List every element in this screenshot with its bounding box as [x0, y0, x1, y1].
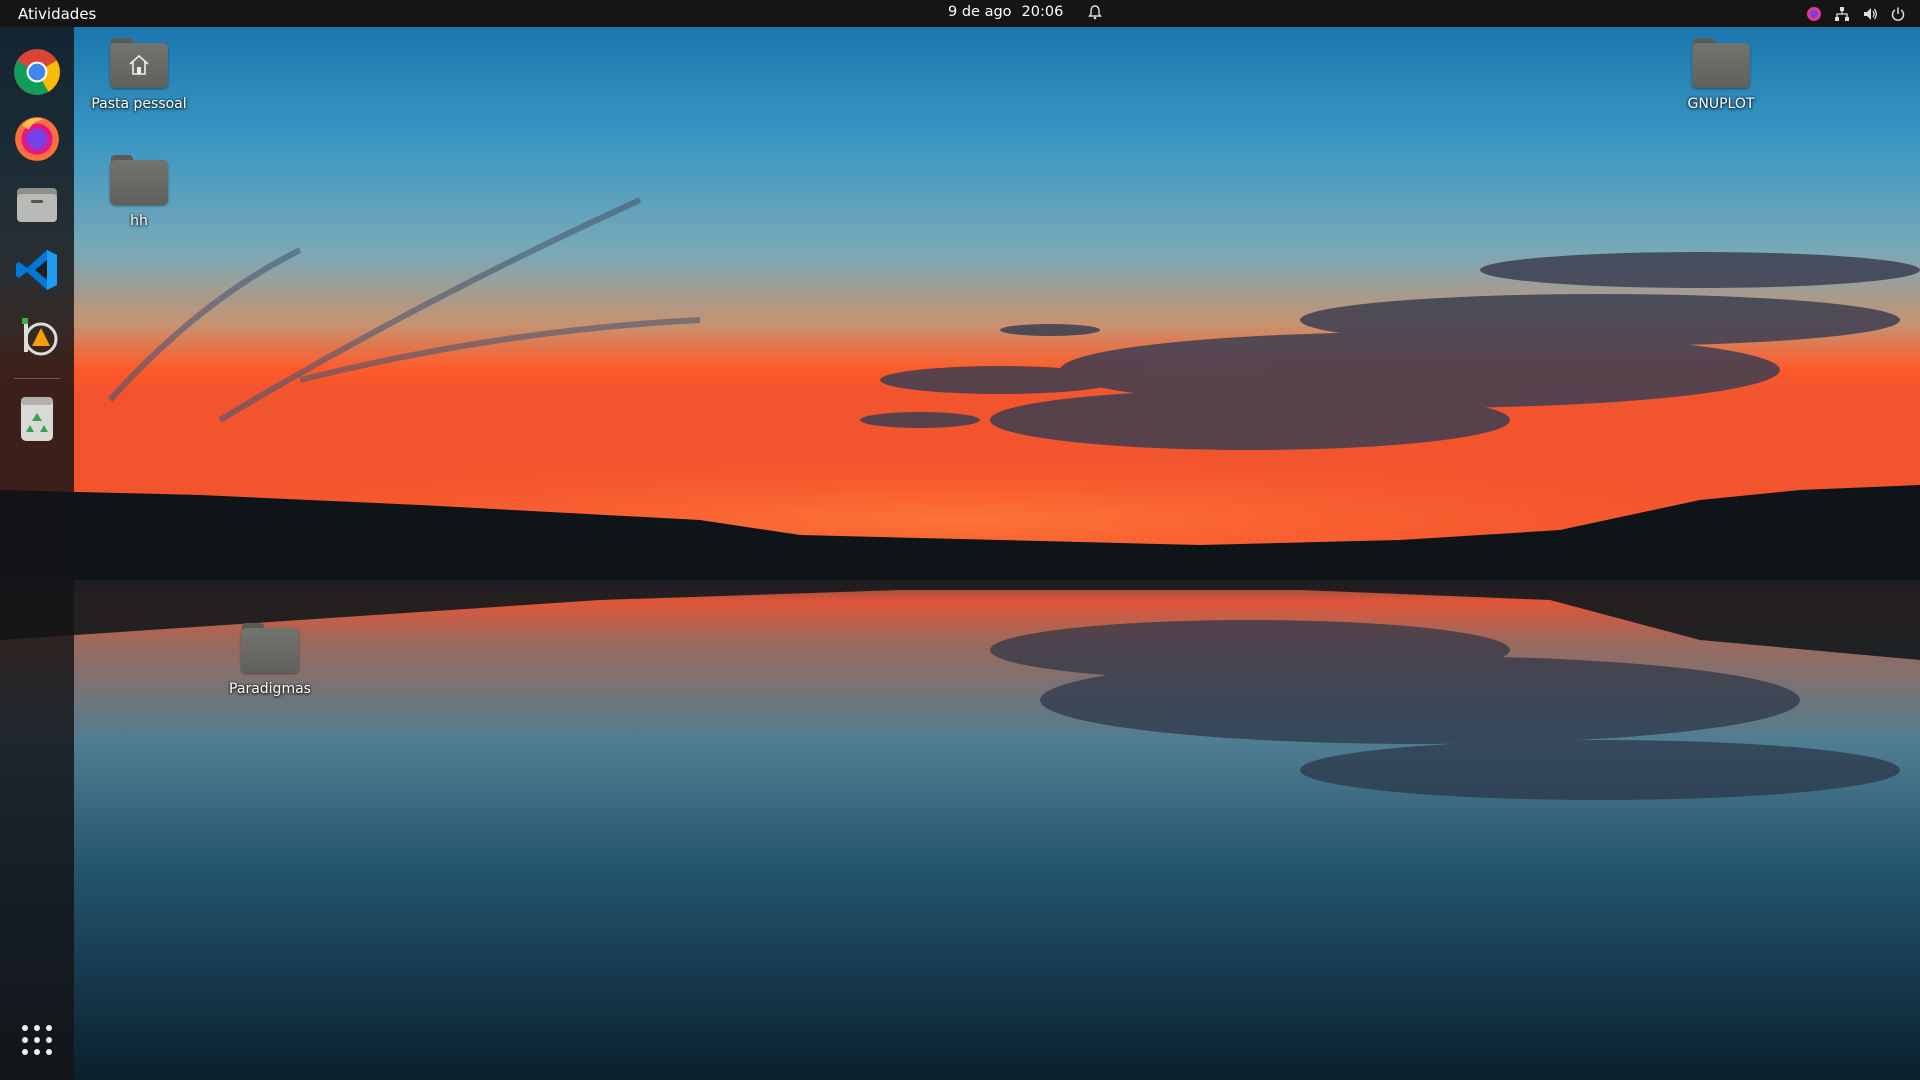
- folder-icon: [241, 623, 299, 673]
- firefox-icon[interactable]: [9, 110, 65, 166]
- system-tray[interactable]: [1806, 4, 1906, 24]
- desktop-icon-label: GNUPLOT: [1687, 96, 1755, 112]
- clock-date-menu[interactable]: 9 de ago 20:06: [948, 4, 1103, 20]
- desktop-icon-label: Paradigmas: [229, 681, 311, 697]
- top-bar: Atividades 9 de ago 20:06: [0, 0, 1920, 27]
- time-label: 20:06: [1021, 4, 1064, 20]
- home-folder-icon: [110, 38, 168, 88]
- folder-icon: [110, 155, 168, 205]
- inkscape-icon[interactable]: [9, 308, 65, 364]
- dock: [0, 27, 74, 1080]
- activities-button[interactable]: Atividades: [18, 5, 96, 23]
- volume-icon[interactable]: [1862, 6, 1878, 22]
- notification-bell-icon: [1087, 4, 1103, 20]
- power-icon[interactable]: [1890, 6, 1906, 22]
- desktop-icon-label: Pasta pessoal: [91, 96, 187, 112]
- desktop[interactable]: Atividades 9 de ago 20:06 Pasta pessoal …: [0, 0, 1920, 1080]
- files-icon[interactable]: [9, 176, 65, 232]
- desktop-icon-hh[interactable]: hh: [79, 155, 199, 229]
- network-icon[interactable]: [1834, 6, 1850, 22]
- folder-icon: [1692, 38, 1750, 88]
- dock-separator: [14, 378, 60, 379]
- app-grid-icon[interactable]: [9, 1012, 65, 1068]
- desktop-icon-paradigmas[interactable]: Paradigmas: [210, 623, 330, 697]
- wallpaper-lake-sunset: [0, 0, 1920, 1080]
- desktop-icon-home[interactable]: Pasta pessoal: [79, 38, 199, 112]
- desktop-icon-gnuplot[interactable]: GNUPLOT: [1661, 38, 1781, 112]
- trash-icon[interactable]: [9, 391, 65, 447]
- desktop-icon-label: hh: [130, 213, 148, 229]
- chrome-icon[interactable]: [9, 44, 65, 100]
- vscode-icon[interactable]: [9, 242, 65, 298]
- firefox-indicator-icon[interactable]: [1806, 6, 1822, 22]
- date-label: 9 de ago: [948, 4, 1012, 20]
